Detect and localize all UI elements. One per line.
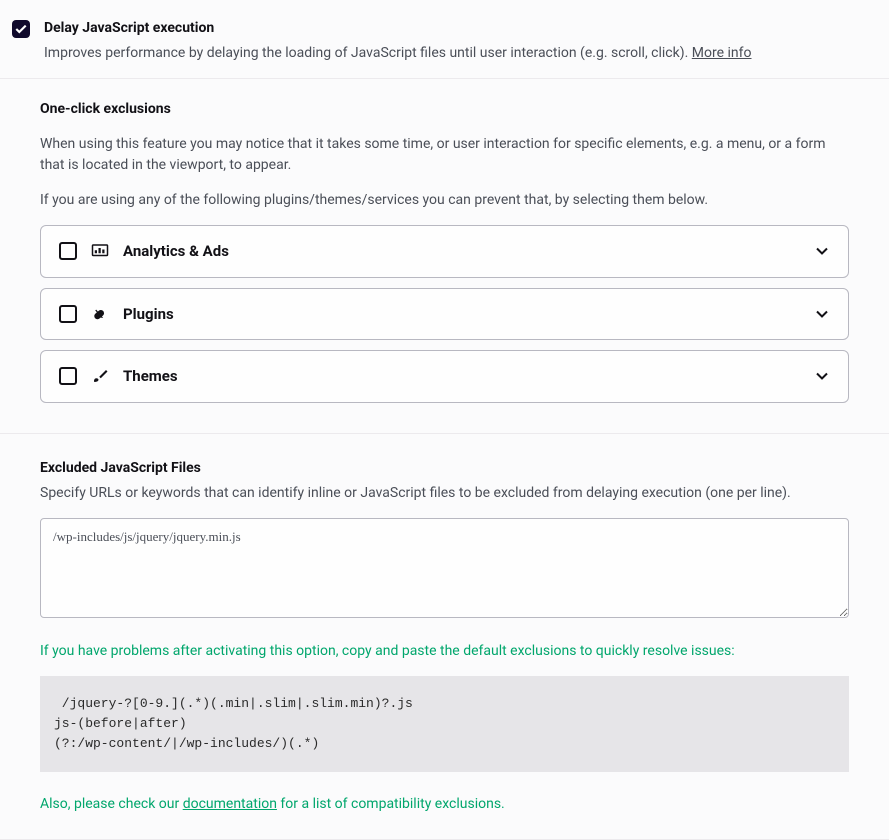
chevron-down-icon (814, 306, 830, 322)
delay-js-checkbox-row: Delay JavaScript execution Improves perf… (12, 18, 849, 64)
chevron-down-icon (814, 243, 830, 259)
check-icon (15, 24, 27, 34)
excluded-files-textarea[interactable] (40, 518, 849, 618)
accordion-label: Analytics & Ads (123, 240, 800, 263)
chevron-down-icon (814, 368, 830, 384)
delay-js-checkbox[interactable] (12, 20, 30, 38)
default-exclusions-code: /jquery-?[0-9.](.*)(.min|.slim|.slim.min… (40, 676, 849, 772)
documentation-note: Also, please check our documentation for… (40, 794, 849, 815)
excluded-title: Excluded JavaScript Files (40, 458, 849, 479)
brush-icon (91, 367, 109, 385)
accordion-label: Plugins (123, 303, 800, 326)
excluded-section: Excluded JavaScript Files Specify URLs o… (0, 434, 889, 839)
accordion-label: Themes (123, 365, 800, 388)
one-click-desc1: When using this feature you may notice t… (40, 134, 849, 176)
exclusion-hint: If you have problems after activating th… (40, 641, 849, 662)
one-click-section: One-click exclusions When using this fea… (0, 79, 889, 433)
themes-checkbox[interactable] (59, 367, 77, 385)
accordion-analytics[interactable]: Analytics & Ads (40, 225, 849, 278)
plugins-checkbox[interactable] (59, 305, 77, 323)
accordion-themes[interactable]: Themes (40, 350, 849, 403)
plug-icon (91, 305, 109, 323)
delay-js-title: Delay JavaScript execution (44, 18, 849, 39)
documentation-link[interactable]: documentation (183, 796, 277, 812)
delay-js-section: Delay JavaScript execution Improves perf… (0, 0, 889, 78)
analytics-checkbox[interactable] (59, 242, 77, 260)
delay-js-content: Delay JavaScript execution Improves perf… (44, 18, 849, 64)
delay-js-desc: Improves performance by delaying the loa… (44, 43, 849, 64)
accordion-plugins[interactable]: Plugins (40, 288, 849, 341)
excluded-desc: Specify URLs or keywords that can identi… (40, 483, 849, 504)
one-click-title: One-click exclusions (40, 99, 849, 120)
more-info-link[interactable]: More info (692, 45, 752, 61)
analytics-icon (91, 242, 109, 260)
one-click-desc2: If you are using any of the following pl… (40, 190, 849, 211)
